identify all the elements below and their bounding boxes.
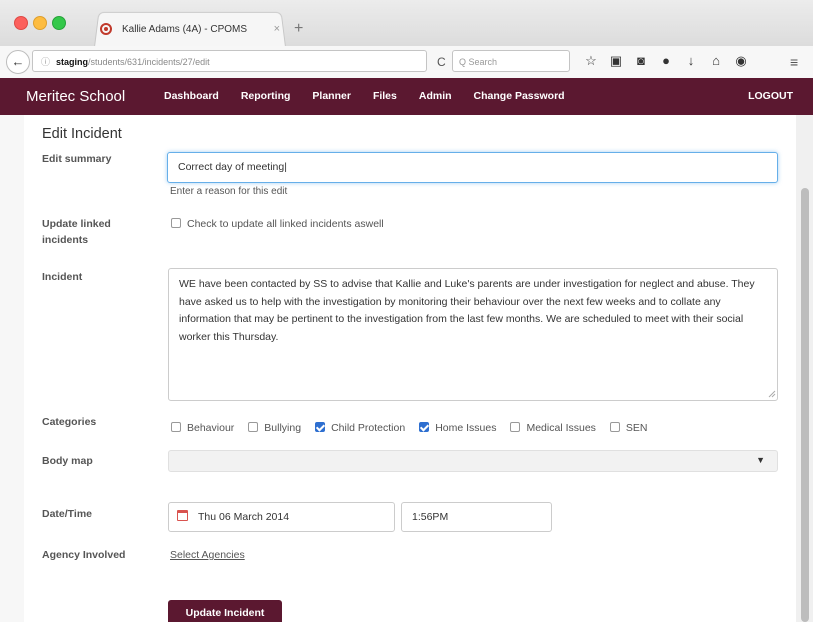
site-brand[interactable]: Meritec School bbox=[26, 88, 125, 105]
date-input[interactable]: Thu 06 March 2014 bbox=[168, 502, 395, 532]
tab-title: Kallie Adams (4A) - CPOMS bbox=[122, 24, 270, 35]
maximize-window-button[interactable] bbox=[52, 16, 66, 30]
category-sen[interactable]: SEN bbox=[610, 422, 648, 434]
title-bar: Kallie Adams (4A) - CPOMS × + bbox=[0, 0, 813, 46]
browser-tab[interactable]: Kallie Adams (4A) - CPOMS × bbox=[100, 18, 280, 40]
url-bar[interactable]: ⓘ staging/students/631/incidents/27/edit bbox=[32, 50, 427, 72]
nav-planner[interactable]: Planner bbox=[312, 90, 351, 102]
clipboard-icon[interactable]: ▣ bbox=[607, 51, 625, 71]
url-path: /students/631/incidents/27/edit bbox=[88, 57, 210, 67]
category-label: SEN bbox=[626, 422, 648, 434]
browser-window: Kallie Adams (4A) - CPOMS × + ← ⓘ staging… bbox=[0, 0, 813, 622]
categories-label: Categories bbox=[42, 414, 142, 430]
category-checkbox[interactable] bbox=[248, 422, 258, 432]
search-input[interactable]: Q Search bbox=[452, 50, 570, 72]
incident-label: Incident bbox=[42, 269, 142, 285]
nav-admin[interactable]: Admin bbox=[419, 90, 452, 102]
tab-close-icon[interactable]: × bbox=[274, 23, 280, 35]
edit-summary-input[interactable]: Correct day of meeting| bbox=[167, 152, 778, 183]
calendar-icon bbox=[177, 510, 188, 521]
category-bullying[interactable]: Bullying bbox=[248, 422, 301, 434]
download-icon[interactable]: ↓ bbox=[682, 51, 700, 71]
category-child-protection[interactable]: Child Protection bbox=[315, 422, 405, 434]
agency-label: Agency Involved bbox=[42, 547, 142, 563]
info-icon[interactable]: ⓘ bbox=[41, 57, 50, 67]
select-agencies-link[interactable]: Select Agencies bbox=[170, 549, 245, 561]
body-map-label: Body map bbox=[42, 453, 142, 469]
nav-reporting[interactable]: Reporting bbox=[241, 90, 291, 102]
site-navbar: Meritec School Dashboard Reporting Plann… bbox=[0, 78, 813, 115]
time-input[interactable]: 1:56PM bbox=[401, 502, 552, 532]
category-label: Bullying bbox=[264, 422, 301, 434]
category-checkbox[interactable] bbox=[419, 422, 429, 432]
back-button[interactable]: ← bbox=[6, 50, 30, 74]
edit-summary-help: Enter a reason for this edit bbox=[170, 186, 287, 197]
datetime-label: Date/Time bbox=[42, 506, 142, 522]
minimize-window-button[interactable] bbox=[33, 16, 47, 30]
sync-icon[interactable]: ● bbox=[657, 51, 675, 71]
update-linked-checkbox[interactable] bbox=[171, 218, 181, 228]
update-linked-label: Update linked incidents bbox=[42, 216, 142, 248]
edit-summary-label: Edit summary bbox=[42, 151, 142, 167]
categories-group: Behaviour Bullying Child Protection Home… bbox=[171, 422, 662, 434]
toolbar-icons: ☆ ▣ ◙ ● ↓ ⌂ ◉ bbox=[582, 51, 750, 71]
nav-files[interactable]: Files bbox=[373, 90, 397, 102]
incident-textarea[interactable]: WE have been contacted by SS to advise t… bbox=[168, 268, 778, 401]
page-gutter bbox=[0, 115, 24, 622]
category-label: Home Issues bbox=[435, 422, 496, 434]
category-checkbox[interactable] bbox=[510, 422, 520, 432]
resize-handle-icon[interactable] bbox=[768, 390, 776, 398]
body-map-select[interactable]: ▼ bbox=[168, 450, 778, 472]
update-linked-text: Check to update all linked incidents asw… bbox=[187, 218, 384, 230]
new-tab-button[interactable]: + bbox=[294, 20, 303, 38]
url-host: staging bbox=[56, 57, 88, 67]
category-checkbox[interactable] bbox=[171, 422, 181, 432]
reload-icon[interactable]: C bbox=[437, 55, 446, 69]
category-label: Child Protection bbox=[331, 422, 405, 434]
category-behaviour[interactable]: Behaviour bbox=[171, 422, 234, 434]
browser-toolbar: ← ⓘ staging/students/631/incidents/27/edi… bbox=[0, 46, 813, 79]
update-incident-button[interactable]: Update Incident bbox=[168, 600, 282, 622]
logout-link[interactable]: LOGOUT bbox=[748, 90, 793, 102]
chevron-down-icon: ▼ bbox=[756, 455, 765, 465]
category-label: Behaviour bbox=[187, 422, 234, 434]
category-home-issues[interactable]: Home Issues bbox=[419, 422, 496, 434]
category-checkbox[interactable] bbox=[610, 422, 620, 432]
update-linked-row[interactable]: Check to update all linked incidents asw… bbox=[171, 218, 384, 230]
star-icon[interactable]: ☆ bbox=[582, 51, 600, 71]
nav-change-password[interactable]: Change Password bbox=[474, 90, 565, 102]
category-medical-issues[interactable]: Medical Issues bbox=[510, 422, 595, 434]
date-value: Thu 06 March 2014 bbox=[198, 511, 289, 523]
page-title: Edit Incident bbox=[42, 126, 122, 142]
nav-dashboard[interactable]: Dashboard bbox=[164, 90, 219, 102]
target-favicon-icon bbox=[100, 23, 112, 35]
home-icon[interactable]: ⌂ bbox=[707, 51, 725, 71]
nav-links: Dashboard Reporting Planner Files Admin … bbox=[164, 90, 587, 102]
pocket-icon[interactable]: ◙ bbox=[632, 51, 650, 71]
close-window-button[interactable] bbox=[14, 16, 28, 30]
menu-icon[interactable]: ≡ bbox=[790, 54, 798, 70]
chat-icon[interactable]: ◉ bbox=[732, 51, 750, 71]
category-label: Medical Issues bbox=[526, 422, 595, 434]
category-checkbox[interactable] bbox=[315, 422, 325, 432]
scrollbar-thumb[interactable] bbox=[801, 188, 809, 622]
